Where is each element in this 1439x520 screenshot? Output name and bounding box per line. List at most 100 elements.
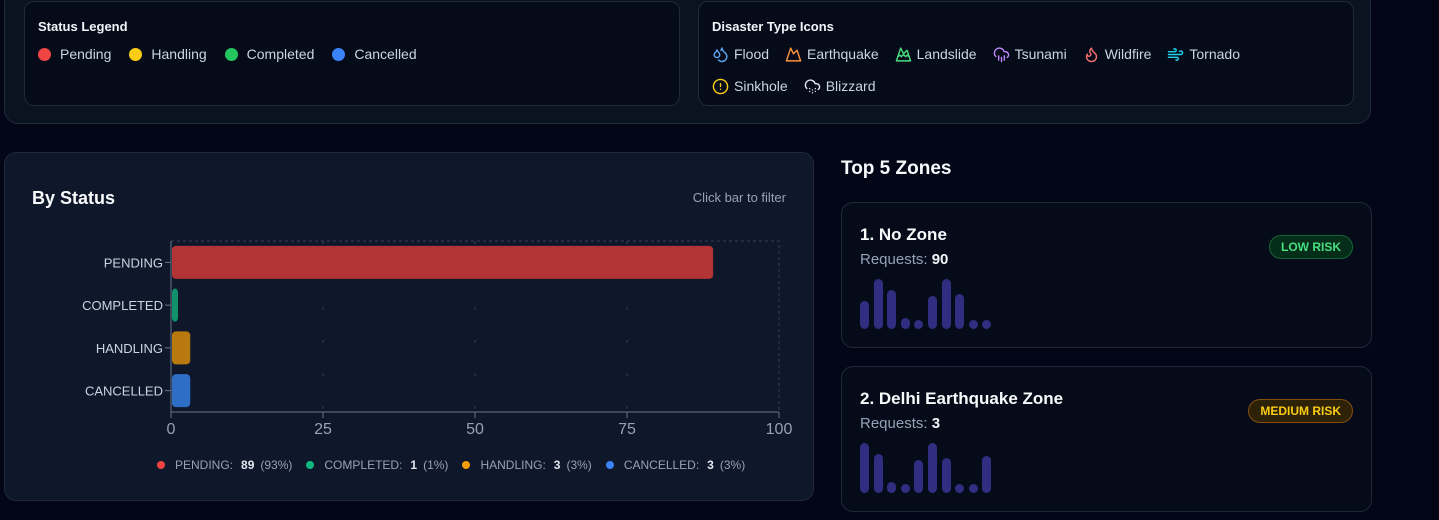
spark-bar [968, 320, 978, 329]
status-legend-item-completed: Completed [224, 43, 315, 65]
chart-legend-pct: (1%) [423, 458, 449, 472]
disaster-legend-label: Wildfire [1104, 46, 1152, 62]
spark-bar [873, 279, 883, 329]
status-legend-item-pending: Pending [38, 43, 111, 65]
droplets-icon [713, 46, 728, 62]
zone-card[interactable]: 2. Delhi Earthquake Zone Requests: 3 MED… [841, 366, 1372, 512]
disaster-legend-label: Flood [734, 46, 770, 62]
disaster-legend-item-wildfire: Wildfire [1083, 43, 1152, 65]
chart-legend-pct: (3%) [566, 458, 592, 472]
chart-legend-item-cancelled[interactable]: CANCELLED: 3 (3%) [605, 458, 746, 472]
zone-card[interactable]: 1. No Zone Requests: 90 LOW RISK [841, 202, 1372, 348]
completed-dot-icon [306, 461, 315, 469]
chart-legend-item-completed[interactable]: COMPLETED: 1 (1%) [306, 458, 448, 472]
zone-name: 2. Delhi Earthquake Zone [860, 389, 1064, 408]
chart-legend-item-handling[interactable]: HANDLING: 3 (3%) [462, 458, 592, 472]
zone-requests-label: Requests: [860, 251, 928, 268]
cloud-snow-icon [804, 78, 820, 94]
zone-requests-count: 90 [931, 251, 949, 268]
disaster-legend-item-flood: Flood [712, 43, 769, 65]
chart-legend-label: CANCELLED: [623, 458, 700, 472]
spark-bar [860, 301, 869, 329]
x-tick-label: 75 [618, 421, 636, 438]
spark-bar [860, 443, 869, 493]
spark-bar [982, 456, 992, 493]
handling-dot-icon [129, 47, 143, 61]
spark-bar [955, 294, 965, 329]
x-tick-label: 25 [314, 421, 332, 438]
spark-bar [873, 454, 883, 493]
zone-requests-label: Requests: [860, 415, 928, 432]
completed-dot-icon [224, 47, 238, 61]
spark-bar [914, 320, 924, 329]
status-legend-title: Status Legend [38, 19, 128, 34]
x-tick-label: 0 [167, 421, 176, 438]
spark-bar [900, 484, 910, 493]
status-legend-item-cancelled: Cancelled [332, 43, 417, 65]
disaster-legend-label: Blizzard [825, 78, 876, 94]
status-bar-chart: 0 25 50 75 100 PENDING COMPLETED HANDLING CANCEL… [82, 240, 793, 438]
disaster-legend-label: Earthquake [807, 46, 879, 62]
handling-dot-icon [462, 461, 471, 469]
disaster-legend-label: Landslide [916, 46, 977, 62]
disaster-legend-item-blizzard: Blizzard [804, 75, 876, 97]
disaster-legend-item-sinkhole: Sinkhole [712, 75, 788, 97]
bar-cancelled[interactable] [172, 374, 191, 408]
spark-bar [914, 460, 924, 493]
status-legend-item-handling: Handling [129, 43, 207, 65]
y-tick-label: HANDLING [96, 341, 163, 356]
chart-legend-count: 89 [241, 458, 255, 472]
disaster-legend-item-earthquake: Earthquake [785, 43, 879, 65]
cloud-rain-icon [993, 46, 1009, 62]
chart-legend-count: 1 [410, 458, 418, 472]
risk-badge: MEDIUM RISK [1248, 399, 1353, 423]
bar-completed[interactable] [172, 288, 178, 322]
disaster-legend-label: Tsunami [1014, 46, 1067, 62]
disaster-legend-title: Disaster Type Icons [712, 19, 834, 34]
chart-legend-count: 3 [707, 458, 714, 472]
cancelled-dot-icon [332, 47, 346, 61]
status-legend-items: Pending Handling Completed Cancelled [38, 43, 435, 65]
status-legend-label: Cancelled [354, 46, 417, 62]
disaster-legend-item-tornado: Tornado [1167, 43, 1240, 65]
zone-sparkline [860, 441, 996, 493]
disaster-legend-item-landslide: Landslide [895, 43, 977, 65]
risk-badge: LOW RISK [1269, 235, 1353, 259]
flame-icon [1085, 46, 1097, 62]
zone-sparkline [860, 277, 996, 329]
spark-bar [900, 318, 910, 329]
alert-circle-icon [712, 78, 729, 94]
disaster-legend-item-tsunami: Tsunami [993, 43, 1067, 65]
x-tick-label: 100 [766, 421, 793, 438]
zones-title: Top 5 Zones [841, 158, 952, 179]
status-legend-label: Handling [151, 46, 207, 62]
chart-legend-pct: (3%) [719, 458, 746, 472]
spark-bar [941, 279, 951, 329]
disaster-legend-label: Sinkhole [734, 78, 788, 94]
disaster-legend-items: Flood Earthquake Landslide Tsunami Wildf… [712, 43, 1342, 97]
spark-bar [941, 458, 951, 493]
pending-dot-icon [157, 461, 165, 469]
chart-legend-pct: (93%) [260, 458, 293, 472]
y-tick-label: PENDING [104, 255, 163, 270]
status-legend-label: Completed [246, 46, 315, 62]
zone-name: 1. No Zone [860, 225, 947, 244]
zone-requests: Requests: 3 [860, 415, 940, 432]
chart-legend-item-pending[interactable]: PENDING: 89 (93%) [157, 458, 292, 472]
chart-legend: PENDING: 89 (93%) COMPLETED: 1 (1%) HAND… [157, 458, 759, 472]
bar-pending[interactable] [172, 245, 714, 279]
zone-requests-count: 3 [931, 415, 941, 432]
bar-handling[interactable] [172, 331, 191, 365]
status-legend-label: Pending [60, 46, 112, 62]
spark-bar [887, 482, 897, 493]
chart-legend-label: PENDING: [175, 458, 234, 472]
y-tick-label: COMPLETED [82, 298, 163, 313]
mountain-icon [785, 46, 802, 62]
legend-panel: Status Legend Pending Handling Completed… [4, 0, 1371, 124]
cancelled-dot-icon [605, 461, 614, 469]
pending-dot-icon [38, 47, 51, 61]
wind-icon [1168, 47, 1184, 61]
spark-bar [887, 290, 897, 329]
disaster-legend-card: Disaster Type Icons Flood Earthquake Lan… [698, 1, 1354, 106]
status-chart-card: By Status Click bar to filter 0 25 50 75 100… [4, 152, 814, 501]
